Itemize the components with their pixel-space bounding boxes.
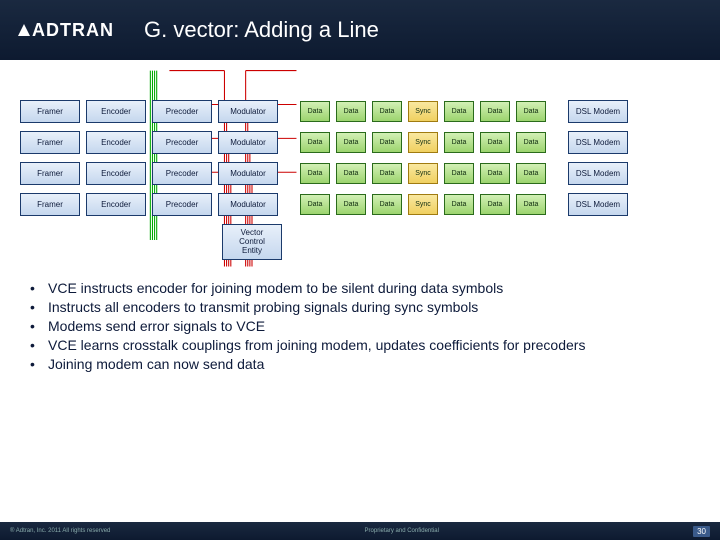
framer-box: Framer bbox=[20, 100, 80, 123]
data-cell: Data bbox=[444, 132, 474, 153]
encoder-box: Encoder bbox=[86, 193, 146, 216]
dsl-modem-box: DSL Modem bbox=[568, 193, 628, 216]
diagram-area: Framer Encoder Precoder Modulator Data Data Da… bbox=[0, 60, 720, 270]
precoder-box: Precoder bbox=[152, 131, 212, 154]
data-cell: Data bbox=[300, 132, 330, 153]
data-cell: Data bbox=[372, 163, 402, 184]
logo: ADTRAN bbox=[18, 20, 114, 41]
data-cell: Data bbox=[480, 101, 510, 122]
framer-box: Framer bbox=[20, 162, 80, 185]
bullet-item: Instructs all encoders to transmit probi… bbox=[30, 299, 690, 315]
precoder-box: Precoder bbox=[152, 162, 212, 185]
data-cell: Data bbox=[516, 194, 546, 215]
dsl-modem-box: DSL Modem bbox=[568, 131, 628, 154]
data-cell: Data bbox=[444, 101, 474, 122]
data-cell: Data bbox=[480, 163, 510, 184]
data-cell: Data bbox=[300, 163, 330, 184]
data-cell: Data bbox=[516, 132, 546, 153]
slide-title: G. vector: Adding a Line bbox=[144, 17, 379, 43]
encoder-box: Encoder bbox=[86, 100, 146, 123]
precoder-box: Precoder bbox=[152, 193, 212, 216]
bullet-item: VCE instructs encoder for joining modem … bbox=[30, 280, 690, 296]
bullet-item: Joining modem can now send data bbox=[30, 356, 690, 372]
data-cell: Data bbox=[372, 101, 402, 122]
logo-text: ADTRAN bbox=[32, 20, 114, 41]
encoder-box: Encoder bbox=[86, 131, 146, 154]
data-cell: Data bbox=[480, 132, 510, 153]
data-cell: Data bbox=[336, 163, 366, 184]
pipeline-row: Framer Encoder Precoder Modulator Data Data Da… bbox=[20, 100, 700, 123]
encoder-box: Encoder bbox=[86, 162, 146, 185]
modulator-box: Modulator bbox=[218, 162, 278, 185]
data-cell: Data bbox=[300, 194, 330, 215]
sync-cell: Sync bbox=[408, 194, 438, 215]
bullet-list: VCE instructs encoder for joining modem … bbox=[0, 270, 720, 372]
bullet-item: VCE learns crosstalk couplings from join… bbox=[30, 337, 690, 353]
framer-box: Framer bbox=[20, 131, 80, 154]
data-cell: Data bbox=[444, 163, 474, 184]
data-cell: Data bbox=[444, 194, 474, 215]
precoder-box: Precoder bbox=[152, 100, 212, 123]
data-cell: Data bbox=[336, 101, 366, 122]
footer-center: Proprietary and Confidential bbox=[365, 528, 439, 534]
vce-box: Vector Control Entity bbox=[222, 224, 282, 260]
pipeline-row: Framer Encoder Precoder Modulator Data Data Da… bbox=[20, 193, 700, 216]
data-cell: Data bbox=[480, 194, 510, 215]
logo-triangle-icon bbox=[18, 24, 30, 36]
data-cell: Data bbox=[516, 163, 546, 184]
vce-line: Entity bbox=[229, 247, 275, 256]
bullet-item: Modems send error signals to VCE bbox=[30, 318, 690, 334]
slide-header: ADTRAN G. vector: Adding a Line bbox=[0, 0, 720, 60]
sync-cell: Sync bbox=[408, 101, 438, 122]
sync-cell: Sync bbox=[408, 163, 438, 184]
data-cell: Data bbox=[516, 101, 546, 122]
data-cell: Data bbox=[372, 132, 402, 153]
pipeline-row: Framer Encoder Precoder Modulator Data Data Da… bbox=[20, 162, 700, 185]
data-cell: Data bbox=[372, 194, 402, 215]
data-cell: Data bbox=[336, 194, 366, 215]
modulator-box: Modulator bbox=[218, 100, 278, 123]
modulator-box: Modulator bbox=[218, 131, 278, 154]
pipeline-row: Framer Encoder Precoder Modulator Data Data Da… bbox=[20, 131, 700, 154]
dsl-modem-box: DSL Modem bbox=[568, 162, 628, 185]
framer-box: Framer bbox=[20, 193, 80, 216]
dsl-modem-box: DSL Modem bbox=[568, 100, 628, 123]
sync-cell: Sync bbox=[408, 132, 438, 153]
page-number: 30 bbox=[693, 526, 710, 537]
modulator-box: Modulator bbox=[218, 193, 278, 216]
data-cell: Data bbox=[300, 101, 330, 122]
slide-footer: ® Adtran, Inc. 2011 All rights reserved … bbox=[0, 522, 720, 540]
data-cell: Data bbox=[336, 132, 366, 153]
footer-left: ® Adtran, Inc. 2011 All rights reserved bbox=[10, 528, 110, 534]
